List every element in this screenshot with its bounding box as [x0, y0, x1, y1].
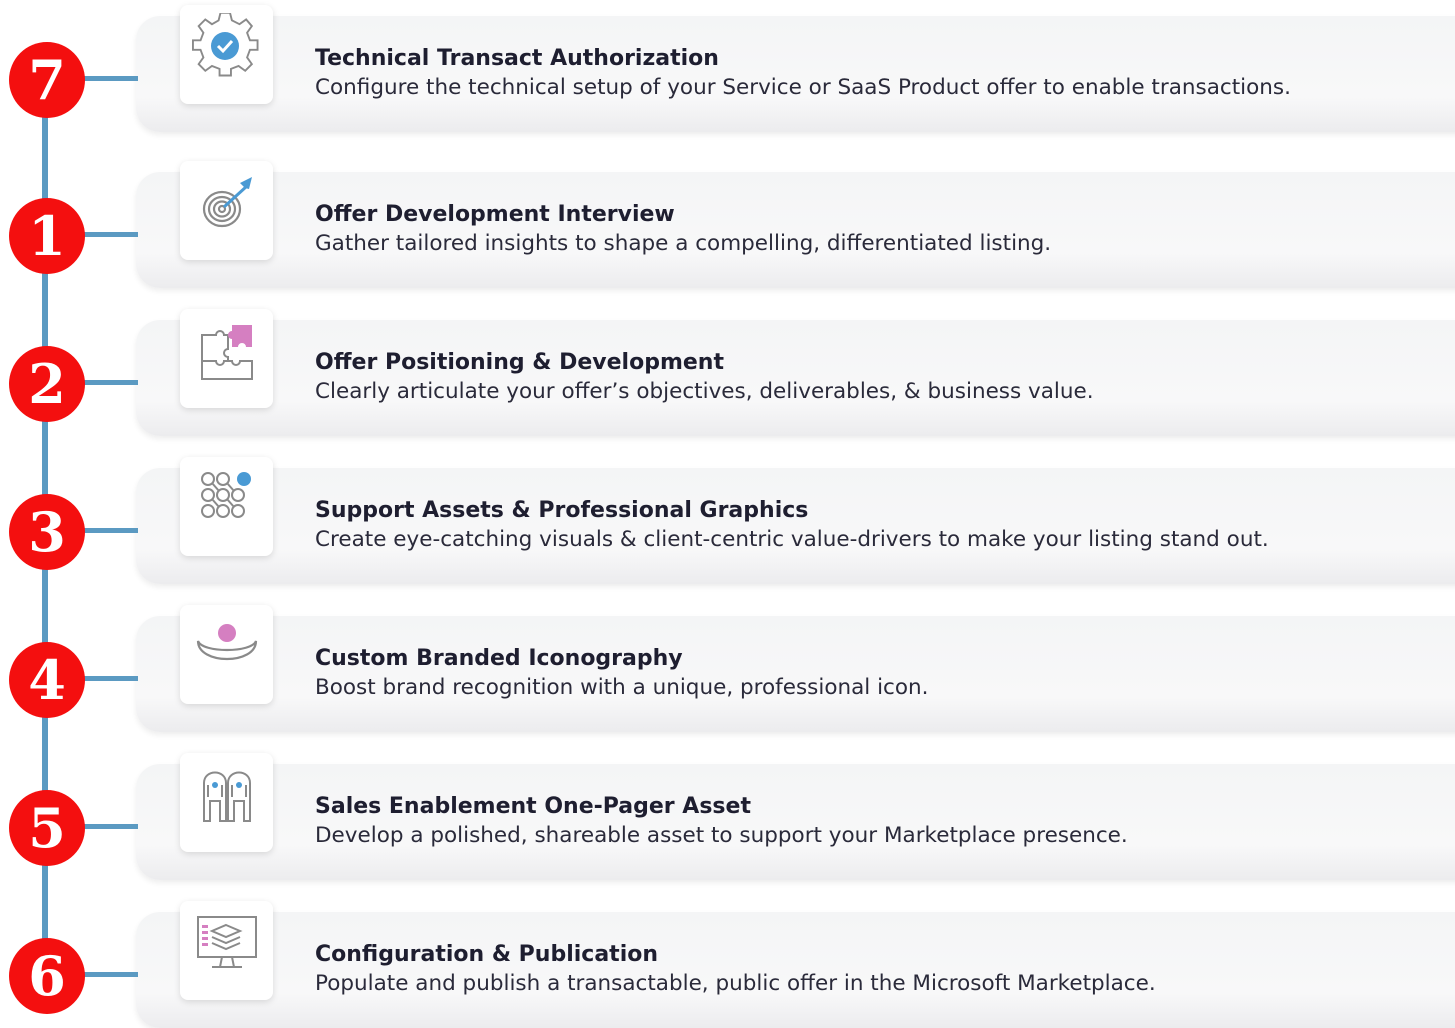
step-description: Create eye-catching visuals & client-cen… [315, 527, 1269, 552]
step-title: Offer Development Interview [315, 202, 675, 227]
step-connector [82, 676, 138, 681]
step-description: Clearly articulate your offer’s objectiv… [315, 379, 1094, 404]
step-card [136, 468, 1455, 584]
step-title: Sales Enablement One-Pager Asset [315, 794, 751, 819]
step-5: 5 Sales Enablement One-Pager Asset Devel… [0, 748, 1455, 880]
step-connector [82, 824, 138, 829]
step-description: Gather tailored insights to shape a comp… [315, 231, 1052, 256]
puzzle-pieces-icon [180, 309, 273, 408]
step-title: Support Assets & Professional Graphics [315, 498, 809, 523]
step-title: Offer Positioning & Development [315, 350, 724, 375]
connected-dots-icon [180, 457, 273, 556]
step-number-badge: 2 [9, 346, 85, 422]
step-card [136, 320, 1455, 436]
step-title: Configuration & Publication [315, 942, 659, 967]
step-description: Configure the technical setup of your Se… [315, 75, 1291, 100]
monitor-layers-icon [180, 901, 273, 1000]
target-arrow-icon [180, 161, 273, 260]
step-connector [82, 76, 138, 81]
step-7: 7 Technical Transact Authorization Confi… [0, 0, 1455, 132]
step-title: Custom Branded Iconography [315, 646, 683, 671]
step-title: Technical Transact Authorization [315, 46, 719, 71]
step-connector [82, 972, 138, 977]
gear-check-icon [180, 5, 273, 104]
step-3: 3 Support Assets & Professional Graphics… [0, 452, 1455, 584]
step-6: 6 Configuration & Publication Populate a… [0, 896, 1455, 1028]
step-connector [82, 528, 138, 533]
figures-icon [180, 753, 273, 852]
step-number-badge: 1 [9, 198, 85, 274]
step-connector [82, 380, 138, 385]
step-4: 4 Custom Branded Iconography Boost brand… [0, 600, 1455, 732]
step-card [136, 616, 1455, 732]
step-number-badge: 3 [9, 494, 85, 570]
step-card [136, 172, 1455, 288]
step-description: Populate and publish a transactable, pub… [315, 971, 1156, 996]
step-number-badge: 6 [9, 938, 85, 1014]
step-number-badge: 4 [9, 642, 85, 718]
step-number-badge: 5 [9, 790, 85, 866]
step-description: Develop a polished, shareable asset to s… [315, 823, 1128, 848]
step-1: 1 Offer Development Interview Gather tai… [0, 156, 1455, 288]
step-2: 2 Offer Positioning & Development Clearl… [0, 304, 1455, 436]
step-card [136, 764, 1455, 880]
brand-emblem-icon [180, 605, 273, 704]
step-card [136, 912, 1455, 1028]
step-number-badge: 7 [9, 42, 85, 118]
step-description: Boost brand recognition with a unique, p… [315, 675, 929, 700]
step-card [136, 16, 1455, 132]
step-connector [82, 232, 138, 237]
